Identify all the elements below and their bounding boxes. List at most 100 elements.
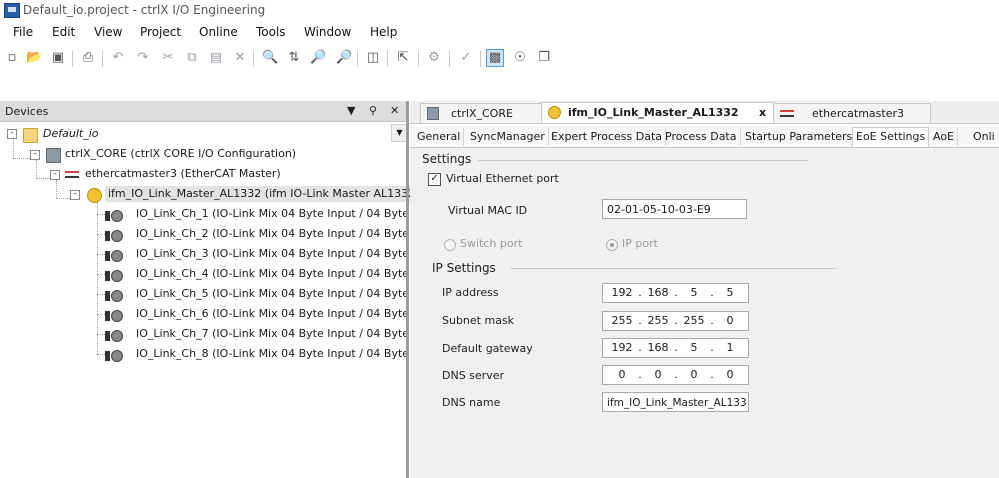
tab-syncmanager[interactable]: SyncManager <box>467 128 549 146</box>
device-tree-icon[interactable]: ▩ <box>486 49 504 67</box>
document-tabs: ctrlX_CORE ifm_IO_Link_Master_AL1332 x e… <box>410 101 999 124</box>
tree-node-channel[interactable]: IO_Link_Ch_1 (IO-Link Mix 04 Byte Input … <box>136 206 428 222</box>
window-title: Default_io.project - ctrlX I/O Engineeri… <box>23 3 266 17</box>
tree-node-channel[interactable]: IO_Link_Ch_7 (IO-Link Mix 04 Byte Input … <box>136 326 428 342</box>
delete-icon[interactable]: ✕ <box>232 50 248 66</box>
ip-octet: 255 <box>683 314 705 327</box>
collapse-expander[interactable]: - <box>30 150 40 160</box>
tab-io-link-master[interactable]: ifm_IO_Link_Master_AL1332 x <box>541 102 774 123</box>
open-icon[interactable]: 📂 <box>26 50 42 66</box>
default-gateway-field[interactable]: 192 . 168 . 5 . 1 <box>602 338 749 358</box>
tree-node-channel[interactable]: IO_Link_Ch_8 (IO-Link Mix 04 Byte Input … <box>136 346 428 362</box>
ip-address-label: IP address <box>442 286 499 299</box>
tree-node-io-link-master[interactable]: ifm_IO_Link_Master_AL1332 (ifm IO-Link M… <box>105 186 423 202</box>
editor-sub-tabs: General SyncManager Expert Process Data … <box>410 126 999 148</box>
app-icon <box>4 3 20 18</box>
title-bar: Default_io.project - ctrlX I/O Engineeri… <box>0 0 999 20</box>
tab-eoe-settings[interactable]: EoE Settings <box>852 127 930 147</box>
subnet-mask-field[interactable]: 255 . 255 . 255 . 0 <box>602 311 749 331</box>
undo-icon[interactable]: ↶ <box>110 50 126 66</box>
virtual-mac-field[interactable]: 02-01-05-10-03-E9 <box>602 199 747 219</box>
tree-node-default-io[interactable]: Default_io <box>43 126 98 142</box>
new-icon[interactable]: ▫ <box>4 50 20 66</box>
tab-ctrlx-core[interactable]: ctrlX_CORE <box>420 103 542 123</box>
ip-octet: 168 <box>647 341 669 354</box>
menu-project[interactable]: Project <box>140 25 181 39</box>
pin-icon[interactable]: ⚲ <box>369 104 377 117</box>
ip-settings-section-title: IP Settings <box>432 261 496 275</box>
dns-name-field[interactable]: ifm_IO_Link_Master_AL133 <box>602 392 749 412</box>
dns-server-field[interactable]: 0 . 0 . 0 . 0 <box>602 365 749 385</box>
ip-octet: 1 <box>726 341 734 354</box>
tab-expert-process-data[interactable]: Expert Process Data <box>548 128 667 146</box>
ip-octet: 192 <box>611 286 633 299</box>
virtual-mac-label: Virtual MAC ID <box>448 204 528 217</box>
find-icon[interactable]: 🔍 <box>262 50 278 66</box>
document-icon[interactable]: ❐ <box>536 50 552 66</box>
tree-node-channel[interactable]: IO_Link_Ch_4 (IO-Link Mix 04 Byte Input … <box>136 266 428 282</box>
panel-splitter[interactable] <box>406 101 409 478</box>
virtual-ethernet-port-checkbox[interactable]: ✓ <box>428 173 441 186</box>
ethercat-master-icon <box>65 170 79 180</box>
ip-octet: 0 <box>690 368 698 381</box>
tab-startup-parameters[interactable]: Startup Parameters <box>742 128 857 146</box>
export-icon[interactable]: ⇱ <box>395 50 411 66</box>
build-icon[interactable]: ✓ <box>458 50 474 66</box>
tree-node-ctrlx-core[interactable]: ctrlX_CORE (ctrlX CORE I/O Configuration… <box>65 146 296 162</box>
menu-file[interactable]: File <box>13 25 33 39</box>
collapse-expander[interactable]: - <box>70 190 80 200</box>
tab-online[interactable]: Onli <box>970 128 998 146</box>
tree-node-channel[interactable]: IO_Link_Ch_6 (IO-Link Mix 04 Byte Input … <box>136 306 428 322</box>
tree-node-channel[interactable]: IO_Link_Ch_5 (IO-Link Mix 04 Byte Input … <box>136 286 428 302</box>
properties-icon[interactable]: ☉ <box>512 50 528 66</box>
io-link-channel-icon <box>105 310 123 322</box>
menu-view[interactable]: View <box>94 25 122 39</box>
settings-icon[interactable]: ⚙ <box>426 50 442 66</box>
ethercat-master-icon <box>780 109 794 119</box>
eoe-settings-panel: Settings ✓ Virtual Ethernet port Virtual… <box>410 148 999 478</box>
copy-icon[interactable]: ⧉ <box>184 50 200 66</box>
collapse-expander[interactable]: - <box>7 129 17 139</box>
ip-octet: 0 <box>726 314 734 327</box>
tab-process-data[interactable]: Process Data <box>662 128 741 146</box>
toggle-icon[interactable]: ◫ <box>365 50 381 66</box>
ip-octet: 0 <box>726 368 734 381</box>
menu-edit[interactable]: Edit <box>52 25 75 39</box>
io-link-channel-icon <box>105 210 123 222</box>
paste-icon[interactable]: ▤ <box>208 50 224 66</box>
tab-label: ethercatmaster3 <box>812 107 904 120</box>
tree-node-channel[interactable]: IO_Link_Ch_3 (IO-Link Mix 04 Byte Input … <box>136 246 428 262</box>
ip-octet: 255 <box>647 314 669 327</box>
io-link-channel-icon <box>105 270 123 282</box>
cut-icon[interactable]: ✂ <box>160 50 176 66</box>
find-prev-icon[interactable]: 🔎 <box>336 50 352 66</box>
panel-menu-icon[interactable]: ▼ <box>347 104 355 117</box>
tab-label: ctrlX_CORE <box>451 107 513 120</box>
subnet-mask-label: Subnet mask <box>442 314 515 327</box>
ip-port-radio[interactable] <box>606 239 618 251</box>
save-icon[interactable]: ▣ <box>50 50 66 66</box>
close-icon[interactable]: ✕ <box>390 104 399 117</box>
switch-port-radio[interactable] <box>444 239 456 251</box>
collapse-expander[interactable]: - <box>50 170 60 180</box>
tab-ethercatmaster3[interactable]: ethercatmaster3 <box>773 103 931 123</box>
menu-tools[interactable]: Tools <box>256 25 286 39</box>
menu-online[interactable]: Online <box>199 25 238 39</box>
ip-octet: 255 <box>611 314 633 327</box>
close-tab-icon[interactable]: x <box>759 103 766 122</box>
print-icon[interactable]: ⎙ <box>80 50 96 66</box>
tab-label: ifm_IO_Link_Master_AL1332 <box>568 106 739 119</box>
ip-octet: 192 <box>611 341 633 354</box>
ctrlx-core-icon <box>427 107 439 120</box>
tree-node-channel[interactable]: IO_Link_Ch_2 (IO-Link Mix 04 Byte Input … <box>136 226 428 242</box>
find-replace-icon[interactable]: ⇅ <box>286 50 302 66</box>
redo-icon[interactable]: ↷ <box>135 50 151 66</box>
tree-node-ethercatmaster3[interactable]: ethercatmaster3 (EtherCAT Master) <box>85 166 281 182</box>
menu-help[interactable]: Help <box>370 25 397 39</box>
find-next-icon[interactable]: 🔎 <box>310 50 326 66</box>
tab-general[interactable]: General <box>414 128 465 146</box>
tab-aoe[interactable]: AoE <box>930 128 959 146</box>
ip-octet: 168 <box>647 286 669 299</box>
menu-window[interactable]: Window <box>304 25 351 39</box>
ip-address-field[interactable]: 192 . 168 . 5 . 5 <box>602 283 749 303</box>
